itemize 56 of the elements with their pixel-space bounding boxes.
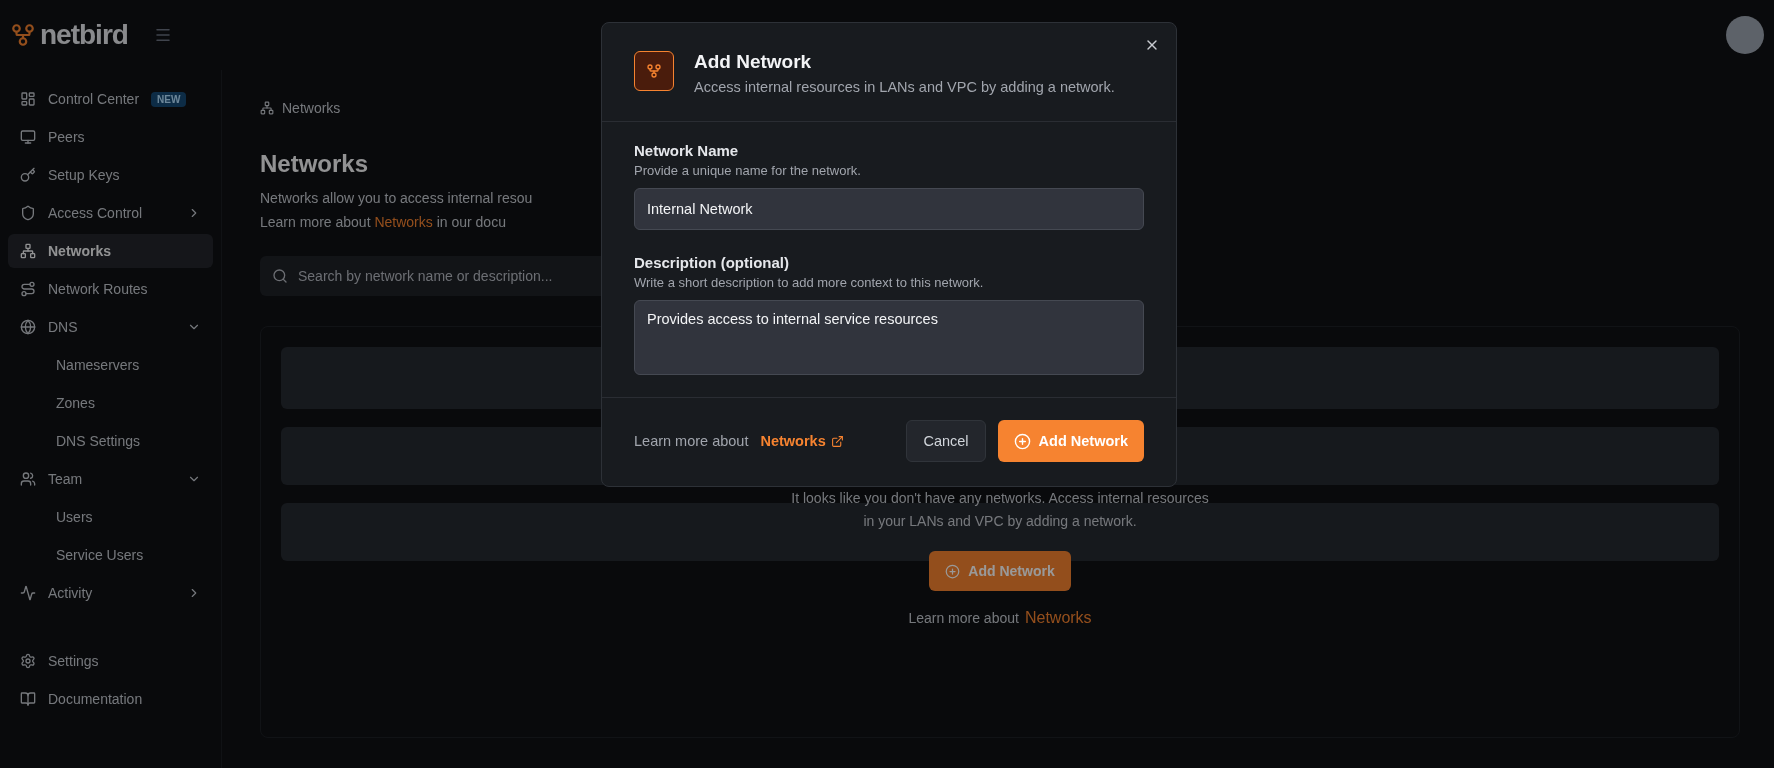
breadcrumb[interactable]: Networks: [282, 100, 341, 116]
description-field[interactable]: Provides access to internal service resources: [634, 300, 1144, 375]
sidebar-item[interactable]: Nameservers: [8, 348, 213, 382]
field-label: Description (optional): [634, 254, 790, 271]
empty-state-text: It looks like you don't have any networks. Access internal resources in your LANs and VPC by adding a network.: [790, 489, 1210, 531]
docs-link[interactable]: Networks: [1024, 609, 1092, 627]
sidebar-item[interactable]: Network Routes: [8, 272, 213, 306]
avatar[interactable]: [1726, 16, 1764, 54]
logo: netbird: [40, 19, 128, 51]
learn-more-text: Learn more about: [908, 610, 1019, 626]
sidebar-item[interactable]: Team: [8, 462, 213, 496]
page-title: Networks: [260, 150, 369, 178]
nav-icon: [20, 653, 36, 669]
sidebar-item[interactable]: DNS Settings: [8, 424, 213, 458]
dialog-subtitle: Access internal resources in LANs and VPC by adding a network.: [694, 79, 1115, 95]
field-hint: Provide a unique name for the network.: [634, 163, 862, 178]
plus-icon: [1013, 432, 1031, 450]
nav-icon: [20, 243, 36, 259]
dialog-title: Add Network: [694, 51, 813, 73]
sidebar-item[interactable]: Settings: [8, 644, 213, 678]
external-link-icon: [830, 434, 844, 448]
sidebar-item[interactable]: Access Control: [8, 196, 213, 230]
new-badge: NEW: [151, 91, 187, 107]
nav-icon: [20, 585, 36, 601]
cancel-button[interactable]: Cancel: [906, 420, 986, 462]
sidebar-item[interactable]: Networks: [8, 234, 213, 268]
plus-icon: [945, 563, 961, 579]
nav-icon: [20, 205, 36, 221]
sidebar-item[interactable]: Service Users: [8, 538, 213, 572]
nav-icon: [20, 129, 36, 145]
docs-link[interactable]: Networks: [374, 214, 433, 230]
learn-more-text: Learn more about Networks in our docu: [260, 213, 506, 232]
sidebar-item[interactable]: Setup Keys: [8, 158, 213, 192]
sidebar-item[interactable]: Control Center NEW: [8, 82, 213, 116]
sidebar-item[interactable]: Users: [8, 500, 213, 534]
sidebar-item[interactable]: DNS: [8, 310, 213, 344]
docs-link[interactable]: Networks: [760, 433, 844, 449]
sidebar-item[interactable]: Activity: [8, 576, 213, 610]
logo-icon: [10, 22, 36, 48]
menu-icon[interactable]: [153, 26, 172, 44]
add-network-button[interactable]: Add Network: [997, 420, 1144, 462]
nav-icon: [20, 691, 36, 707]
nav-icon: [20, 281, 36, 297]
sidebar-item[interactable]: Peers: [8, 120, 213, 154]
nav-icon: [20, 167, 36, 183]
nav-icon: [20, 91, 36, 107]
sidebar-item[interactable]: Documentation: [8, 682, 213, 716]
network-icon: [260, 101, 274, 115]
nav-icon: [20, 471, 36, 487]
field-label: Network Name: [634, 142, 740, 159]
nav-icon: [20, 319, 36, 335]
sidebar-item[interactable]: Zones: [8, 386, 213, 420]
page-description: Networks allow you to access internal resou: [260, 189, 533, 208]
learn-more-text: Learn more about: [634, 433, 749, 449]
name-field[interactable]: Internal Network: [634, 188, 1144, 230]
search-icon: [272, 268, 288, 284]
